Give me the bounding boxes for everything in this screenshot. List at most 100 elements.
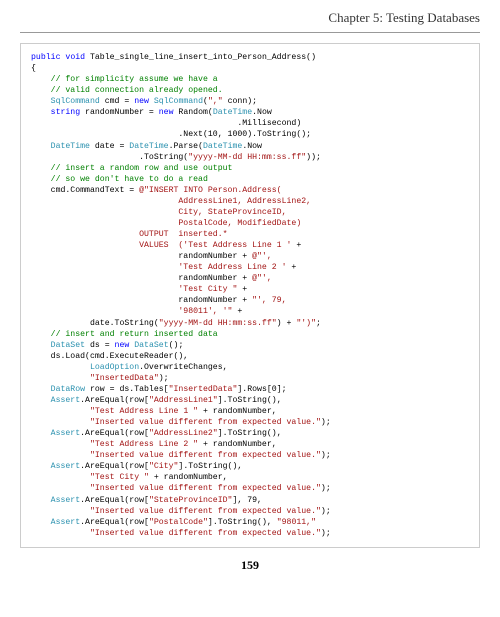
code-string: "AddressLine1" xyxy=(149,396,218,405)
code-string: "StateProvinceID" xyxy=(149,496,233,505)
code-string: "Test Address Line 2 " xyxy=(90,440,198,449)
code-string: PostalCode, ModifiedDate) xyxy=(31,219,301,228)
code-text: cmd = xyxy=(100,97,134,106)
code-text: ].ToString(), xyxy=(178,462,242,471)
code-text: randomNumber + xyxy=(31,252,252,261)
code-text: ); xyxy=(321,507,331,516)
code-text: ], xyxy=(232,496,247,505)
code-type: DataRow xyxy=(51,385,85,394)
code-type: Assert xyxy=(51,462,80,471)
code-text xyxy=(31,529,90,538)
code-text: + xyxy=(237,285,247,294)
code-text xyxy=(31,462,51,471)
code-type: Assert xyxy=(51,429,80,438)
code-keyword: void xyxy=(65,53,85,62)
code-string: "," xyxy=(208,97,223,106)
code-string: "City" xyxy=(149,462,178,471)
code-string: "yyyy-MM-dd HH:mm:ss.ff" xyxy=(188,153,306,162)
code-text: Random( xyxy=(174,108,213,117)
code-text: + randomNumber, xyxy=(198,407,277,416)
code-text: randomNumber = xyxy=(80,108,159,117)
code-text: + randomNumber, xyxy=(198,440,277,449)
code-text: , xyxy=(218,130,228,139)
code-type: DateTime xyxy=(129,142,168,151)
code-text: Table_single_line_insert_into_Person_Add… xyxy=(85,53,316,62)
code-string: "Inserted value different from expected … xyxy=(90,529,321,538)
chapter-header: Chapter 5: Testing Databases xyxy=(20,10,480,33)
page-number: 159 xyxy=(20,558,480,573)
code-string: "PostalCode" xyxy=(149,518,208,527)
code-text: .AreEqual(row[ xyxy=(80,462,149,471)
code-string: "InsertedData" xyxy=(169,385,238,394)
code-type: DateTime xyxy=(203,142,242,151)
code-text: randomNumber + xyxy=(31,274,252,283)
code-keyword: new xyxy=(159,108,174,117)
code-text xyxy=(31,518,51,527)
code-text: .Now xyxy=(242,142,262,151)
code-text: ds = xyxy=(85,341,114,350)
code-text: .Millisecond) xyxy=(31,119,301,128)
code-text: .AreEqual(row[ xyxy=(80,496,149,505)
code-comment: // insert and return inserted data xyxy=(31,330,218,339)
code-comment: // so we don't have to do a read xyxy=(31,175,208,184)
code-text xyxy=(31,418,90,427)
code-block: public void Table_single_line_insert_int… xyxy=(20,43,480,548)
code-text: (); xyxy=(169,341,184,350)
code-type: Assert xyxy=(51,518,80,527)
code-number: 10 xyxy=(208,130,218,139)
code-text xyxy=(31,363,90,372)
code-text: .Next( xyxy=(31,130,208,139)
code-type: Assert xyxy=(51,396,80,405)
code-string: "Inserted value different from expected … xyxy=(90,507,321,516)
code-text: ) + xyxy=(277,319,297,328)
code-text xyxy=(31,341,51,350)
code-text: .AreEqual(row[ xyxy=(80,518,149,527)
code-string: 'Test Address Line 2 ' xyxy=(31,263,287,272)
code-text: ; xyxy=(316,319,321,328)
code-string: @"INSERT INTO Person.Address( xyxy=(139,186,282,195)
code-text: conn); xyxy=(223,97,257,106)
code-comment: // valid connection already opened. xyxy=(31,86,223,95)
code-text: , xyxy=(257,496,262,505)
code-text xyxy=(31,473,90,482)
code-text: .AreEqual(row[ xyxy=(80,396,149,405)
code-text xyxy=(31,496,51,505)
code-type: DateTime xyxy=(213,108,252,117)
code-comment: // insert a random row and use output xyxy=(31,164,232,173)
code-string: City, StateProvinceID, xyxy=(31,208,287,217)
code-text: .ToString( xyxy=(31,153,188,162)
code-text xyxy=(31,451,90,460)
code-string: "Test Address Line 1 " xyxy=(90,407,198,416)
code-text xyxy=(31,108,51,117)
code-string: "')" xyxy=(296,319,316,328)
code-text xyxy=(31,484,90,493)
code-text: ); xyxy=(321,484,331,493)
code-type: SqlCommand xyxy=(51,97,100,106)
code-keyword: public xyxy=(31,53,60,62)
code-string: '98011', '" xyxy=(31,307,232,316)
code-text: .AreEqual(row[ xyxy=(80,429,149,438)
code-text xyxy=(31,97,51,106)
code-string: "AddressLine2" xyxy=(149,429,218,438)
code-text xyxy=(31,385,51,394)
code-text: ); xyxy=(321,529,331,538)
code-string: @"', xyxy=(252,274,272,283)
code-keyword: new xyxy=(115,341,130,350)
code-text: + randomNumber, xyxy=(149,473,228,482)
code-string: "Test City " xyxy=(90,473,149,482)
code-text: .OverwriteChanges, xyxy=(139,363,227,372)
code-keyword: string xyxy=(51,108,80,117)
code-text xyxy=(31,374,90,383)
code-string: "Inserted value different from expected … xyxy=(90,484,321,493)
code-text: { xyxy=(31,64,36,73)
code-string: "98011," xyxy=(277,518,316,527)
code-string: "yyyy-MM-dd HH:mm:ss.ff" xyxy=(159,319,277,328)
code-text: + xyxy=(291,241,301,250)
code-number: 1000 xyxy=(228,130,248,139)
code-text: ]; xyxy=(277,385,287,394)
code-text: randomNumber + xyxy=(31,296,252,305)
code-text: .Now xyxy=(252,108,272,117)
code-text: date = xyxy=(90,142,129,151)
code-comment: // for simplicity assume we have a xyxy=(31,75,218,84)
code-string: @"', xyxy=(252,252,272,261)
